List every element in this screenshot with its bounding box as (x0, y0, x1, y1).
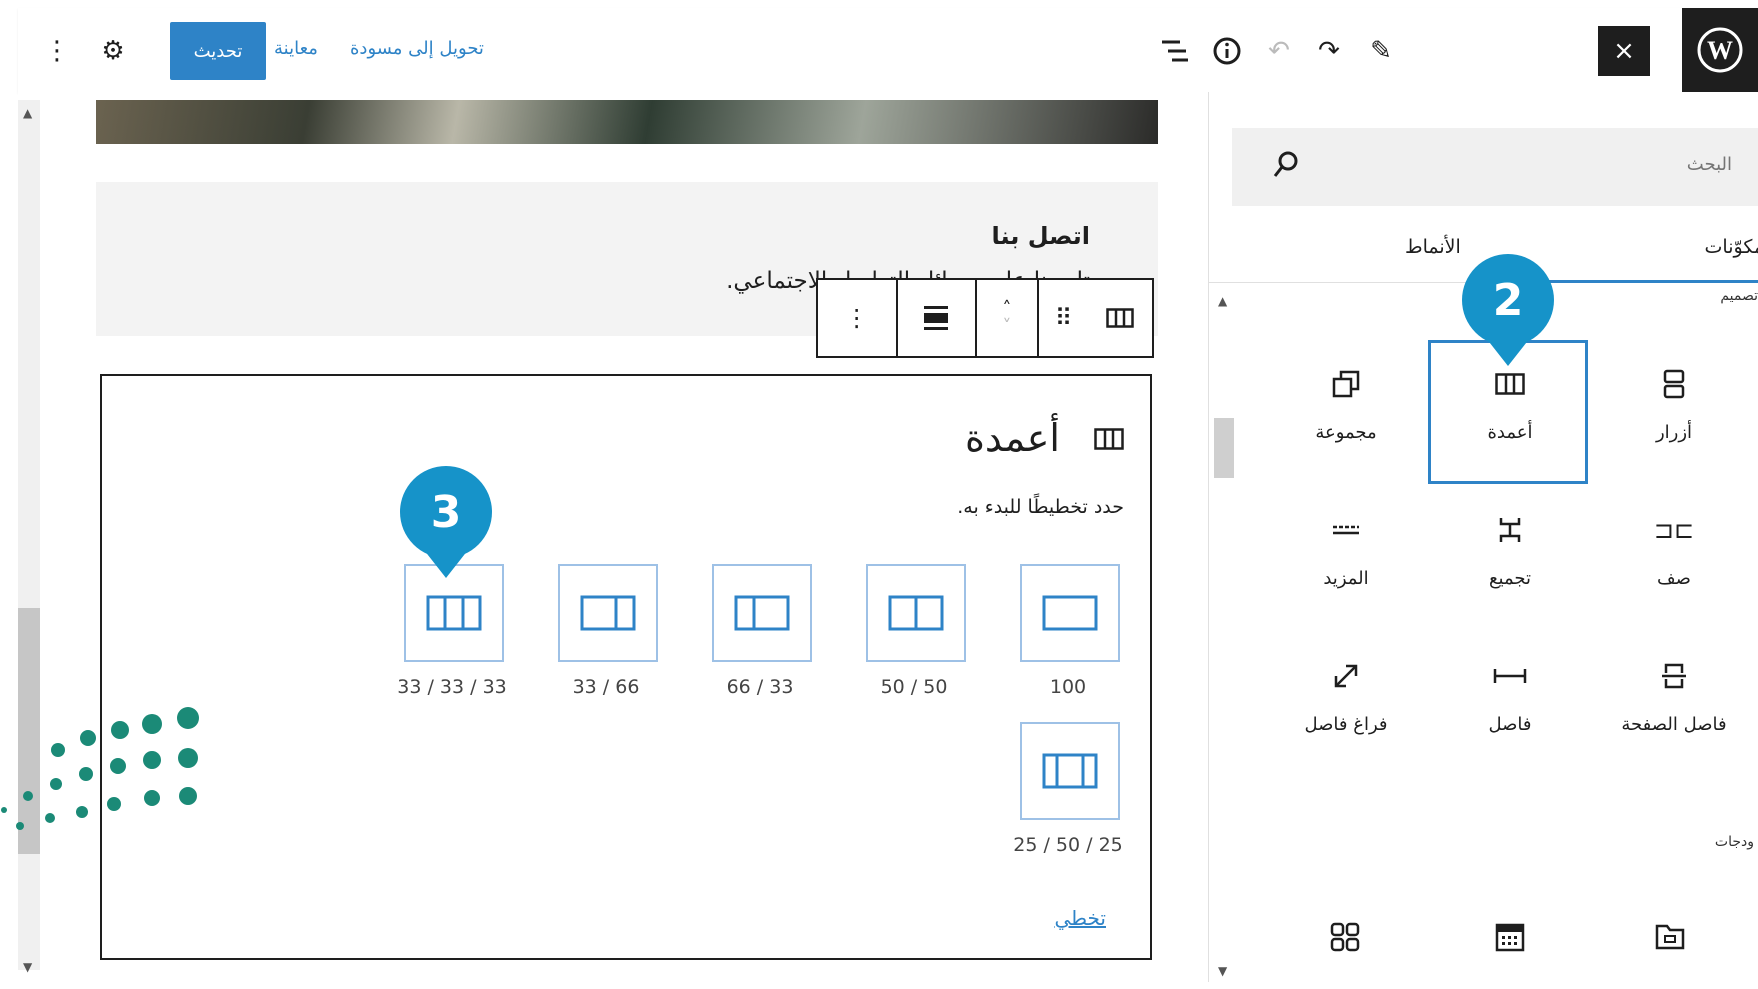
more-vertical-icon[interactable]: ⋮ (40, 34, 74, 68)
variation-label: 66 / 33 (726, 676, 794, 698)
move-up-down-icon[interactable]: ˄ ˅ (977, 280, 1039, 356)
variation-33-33-33[interactable] (404, 564, 504, 662)
block-label: تجميع (1488, 568, 1532, 589)
variation-100[interactable] (1020, 564, 1120, 662)
switch-to-draft-link[interactable]: تحويل إلى مسودة (350, 38, 484, 59)
callout-marker-2: 2 (1462, 254, 1554, 366)
active-tab-indicator (1540, 280, 1758, 283)
sidebar-scrollbar-thumb[interactable] (1214, 418, 1234, 478)
close-icon: × (1613, 36, 1635, 66)
variation-25-50-25[interactable] (1020, 722, 1120, 820)
variation-label: 100 (1049, 676, 1087, 698)
block-group[interactable]: مجموعة (1264, 338, 1428, 486)
close-inserter-button[interactable]: × (1598, 26, 1650, 76)
sidebar-scrollbar[interactable] (1212, 290, 1234, 982)
block-stack[interactable]: تجميع (1428, 484, 1592, 632)
callout-marker-3: 3 (400, 466, 492, 578)
wordpress-logo-icon[interactable]: W (1682, 8, 1758, 92)
cover-image[interactable] (96, 100, 1158, 144)
design-category-heading: تصميم (1720, 288, 1758, 304)
buttons-icon (1663, 366, 1685, 402)
gear-icon[interactable]: ⚙ (96, 34, 130, 68)
variation-33-66[interactable] (558, 564, 658, 662)
variation-label: 33 / 66 (572, 676, 640, 698)
block-label: فراغ فاصل (1304, 714, 1388, 735)
widgets-category-heading: ودجات (1714, 834, 1754, 850)
separator-icon (1493, 658, 1527, 694)
block-search-field[interactable]: البحث (1232, 128, 1758, 206)
search-icon[interactable] (1272, 150, 1300, 184)
more-icon (1331, 512, 1361, 548)
block-buttons[interactable]: أزرار (1592, 338, 1756, 486)
variation-66-33[interactable] (712, 564, 812, 662)
columns-instruction: حدد تخطيطًا للبدء به. (957, 496, 1124, 518)
categories-icon[interactable] (1330, 922, 1360, 956)
sidebar-scroll-up-icon[interactable]: ▲ (1218, 294, 1227, 308)
list-view-icon[interactable] (1158, 34, 1192, 68)
columns-block-icon[interactable] (1088, 280, 1152, 356)
page-break-icon (1661, 658, 1687, 694)
contact-heading: اتصل بنا (991, 222, 1090, 250)
preview-link[interactable]: معاينة (274, 38, 318, 59)
pencil-icon[interactable]: ✎ (1364, 34, 1398, 68)
undo-icon[interactable]: ↶ (1262, 34, 1296, 68)
editor-top-bar: ⋮ ⚙ تحديث معاينة تحويل إلى مسودة ↶ ↷ ✎ ×… (18, 8, 1758, 93)
scroll-up-arrow-icon[interactable]: ▲ (23, 106, 32, 120)
group-icon (1331, 366, 1361, 402)
block-row[interactable]: ⊐⊏ صف (1592, 484, 1756, 632)
svg-text:W: W (1707, 36, 1733, 65)
block-label: فاصل الصفحة (1621, 714, 1727, 735)
tab-blocks[interactable]: مكوّنات (1705, 236, 1758, 258)
align-icon[interactable] (898, 280, 978, 356)
calendar-icon[interactable] (1495, 922, 1525, 956)
variation-label: 33 / 33 / 33 (397, 676, 507, 698)
block-label: فاصل (1488, 714, 1532, 735)
columns-title: أعمدة (964, 416, 1060, 460)
block-label: المزيد (1323, 568, 1369, 589)
stack-icon (1498, 512, 1522, 548)
sidebar-scroll-down-icon[interactable]: ▼ (1218, 964, 1227, 978)
tab-patterns[interactable]: الأنماط (1405, 236, 1461, 258)
columns-title-icon (1094, 424, 1124, 457)
search-placeholder: البحث (1686, 154, 1732, 175)
variation-label: 50 / 50 (880, 676, 948, 698)
columns-placeholder: أعمدة حدد تخطيطًا للبدء به. 100 50 / 50 … (100, 374, 1152, 960)
variation-label: 25 / 50 / 25 (1013, 834, 1123, 856)
drag-handle-icon[interactable]: ⠿ (1039, 280, 1089, 356)
scroll-down-arrow-icon[interactable]: ▼ (23, 960, 32, 974)
spacer-icon (1331, 658, 1361, 694)
block-separator[interactable]: فاصل (1428, 630, 1592, 778)
more-options-icon[interactable]: ⋮ (818, 280, 898, 356)
block-page-break[interactable]: فاصل الصفحة (1592, 630, 1756, 778)
skip-link[interactable]: تخطي (1054, 906, 1106, 930)
block-label: مجموعة (1315, 422, 1377, 443)
decorative-dots-logo (1, 707, 199, 830)
update-button[interactable]: تحديث (170, 22, 266, 80)
block-toolbar: ⋮ ˄ ˅ ⠿ (816, 278, 1154, 358)
row-icon: ⊐⊏ (1653, 516, 1695, 544)
block-label: صف (1657, 568, 1691, 589)
archive-icon[interactable] (1655, 922, 1685, 954)
redo-icon[interactable]: ↷ (1312, 34, 1346, 68)
block-label: أزرار (1655, 422, 1693, 443)
info-icon[interactable] (1210, 34, 1244, 68)
block-more[interactable]: المزيد (1264, 484, 1428, 632)
variation-50-50[interactable] (866, 564, 966, 662)
block-spacer[interactable]: فراغ فاصل (1264, 630, 1428, 778)
